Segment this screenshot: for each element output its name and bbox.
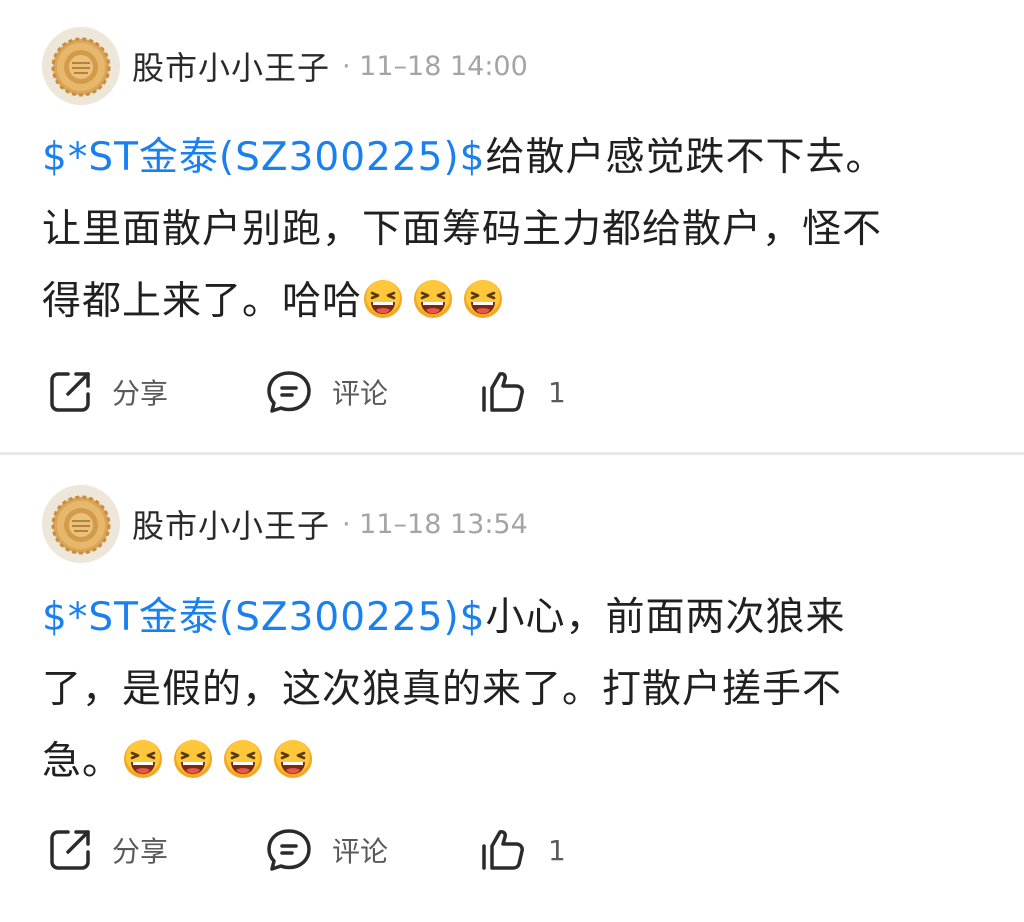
comment-label: 评论	[332, 835, 389, 868]
stock-tag-link[interactable]: $*ST金泰(SZ300225)$	[42, 595, 486, 640]
post-timestamp: · 11–18 13:54	[342, 508, 528, 540]
emoji-row	[362, 279, 512, 324]
comment-icon	[267, 829, 311, 871]
post-header: 股市小小王子 · 11–18 14:00	[42, 27, 528, 105]
action-bar: 分享 评论 1	[46, 364, 566, 420]
post-content[interactable]: $*ST金泰(SZ300225)$给散户感觉跌不下去。 让里面散户别跑，下面筹码…	[42, 122, 982, 338]
avatar[interactable]	[42, 27, 120, 105]
post[interactable]: 股市小小王子 · 11–18 13:54 $*ST金泰(SZ300225)$小心…	[0, 458, 1024, 922]
action-bar: 分享 评论 1	[46, 822, 566, 878]
share-label: 分享	[112, 377, 169, 410]
laughing-face-emoji-icon	[414, 280, 453, 318]
feed: 股市小小王子 · 11–18 14:00 $*ST金泰(SZ300225)$给散…	[0, 0, 1024, 922]
post-header: 股市小小王子 · 11–18 13:54	[42, 485, 528, 563]
post-text-line: 给散户感觉跌不下去。	[485, 135, 886, 180]
share-button[interactable]: 分享	[46, 822, 264, 878]
mooncake-avatar-icon	[42, 485, 120, 563]
post-text-line: 让里面散户别跑，下面筹码主力都给散户，怪不	[42, 207, 883, 252]
laughing-face-emoji-icon	[224, 740, 263, 778]
avatar[interactable]	[42, 485, 120, 563]
laughing-face-emoji-icon	[364, 280, 403, 318]
share-label: 分享	[112, 835, 169, 868]
mooncake-avatar-icon	[42, 27, 120, 105]
post-text-line: 得都上来了。哈哈	[42, 279, 363, 324]
laughing-face-emoji-icon	[124, 740, 163, 778]
comment-button[interactable]: 评论	[264, 822, 478, 878]
emoji-row	[122, 739, 322, 784]
thumbs-up-icon	[482, 830, 524, 870]
laughing-face-emoji-icon	[464, 280, 503, 318]
share-icon	[50, 372, 90, 412]
username[interactable]: 股市小小王子	[132, 43, 330, 89]
comment-label: 评论	[332, 377, 389, 410]
thumbs-up-icon	[482, 372, 524, 412]
post[interactable]: 股市小小王子 · 11–18 14:00 $*ST金泰(SZ300225)$给散…	[0, 0, 1024, 454]
like-count: 1	[548, 375, 566, 409]
post-timestamp: · 11–18 14:00	[342, 50, 528, 82]
share-icon	[50, 830, 90, 870]
comment-icon	[267, 371, 311, 413]
post-content[interactable]: $*ST金泰(SZ300225)$小心，前面两次狼来 了，是假的，这次狼真的来了…	[42, 582, 982, 798]
laughing-face-emoji-icon	[274, 740, 313, 778]
like-button[interactable]: 1	[478, 364, 566, 420]
laughing-face-emoji-icon	[174, 740, 213, 778]
post-divider	[0, 452, 1024, 455]
username[interactable]: 股市小小王子	[132, 501, 330, 547]
share-button[interactable]: 分享	[46, 364, 264, 420]
post-text-line: 小心，前面两次狼来	[485, 595, 846, 640]
like-button[interactable]: 1	[478, 822, 566, 878]
comment-button[interactable]: 评论	[264, 364, 478, 420]
post-text-line: 了，是假的，这次狼真的来了。打散户搓手不	[42, 667, 843, 712]
like-count: 1	[548, 833, 566, 867]
post-text-line: 急。	[42, 739, 123, 784]
stock-tag-link[interactable]: $*ST金泰(SZ300225)$	[42, 135, 486, 180]
